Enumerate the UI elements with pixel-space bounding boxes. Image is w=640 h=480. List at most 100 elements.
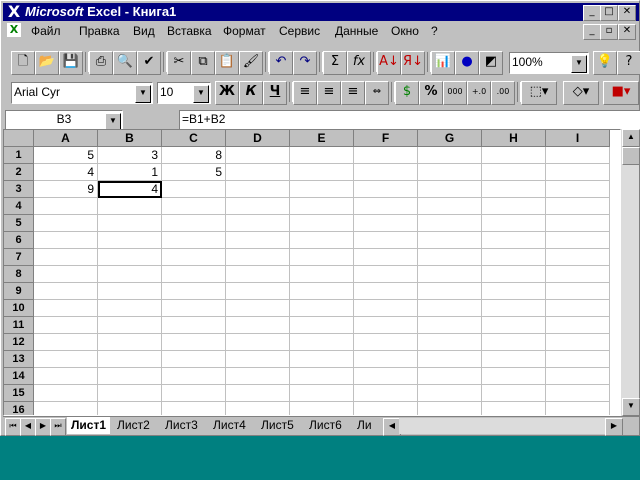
cell-D8[interactable]	[226, 266, 290, 283]
cell-B5[interactable]	[98, 215, 162, 232]
cell-I2[interactable]	[546, 164, 610, 181]
cell-C8[interactable]	[162, 266, 226, 283]
cell-F14[interactable]	[354, 368, 418, 385]
row-header[interactable]: 6	[4, 232, 34, 249]
sheet-tab[interactable]: Лист2	[113, 417, 154, 434]
cell-B15[interactable]	[98, 385, 162, 402]
cell-H10[interactable]	[482, 300, 546, 317]
first-sheet-icon[interactable]: ⏮	[5, 418, 21, 436]
column-header[interactable]: F	[354, 130, 418, 147]
cell-G15[interactable]	[418, 385, 482, 402]
cell-F12[interactable]	[354, 334, 418, 351]
cell-H14[interactable]	[482, 368, 546, 385]
cell-B16[interactable]	[98, 402, 162, 415]
cell-C9[interactable]	[162, 283, 226, 300]
cell-E5[interactable]	[290, 215, 354, 232]
cell-D6[interactable]	[226, 232, 290, 249]
percent-icon[interactable]: %	[419, 81, 443, 105]
row-header[interactable]: 15	[4, 385, 34, 402]
menu-insert[interactable]: Вставка	[167, 24, 212, 38]
cell-G7[interactable]	[418, 249, 482, 266]
cell-G16[interactable]	[418, 402, 482, 415]
row-header[interactable]: 13	[4, 351, 34, 368]
cell-G1[interactable]	[418, 147, 482, 164]
cell-A3[interactable]: 9	[34, 181, 98, 198]
row-header[interactable]: 9	[4, 283, 34, 300]
increase-decimal-icon[interactable]: +.0	[467, 81, 491, 105]
cell-I14[interactable]	[546, 368, 610, 385]
cell-D1[interactable]	[226, 147, 290, 164]
excel-logo-icon[interactable]: X	[6, 4, 22, 20]
menu-window[interactable]: Окно	[391, 24, 419, 38]
autosum-icon[interactable]: Σ	[323, 51, 347, 75]
scroll-right-icon[interactable]: ▶	[605, 418, 623, 436]
cell-F6[interactable]	[354, 232, 418, 249]
font-select[interactable]: Arial Cyr ▼	[11, 82, 153, 104]
cell-A14[interactable]	[34, 368, 98, 385]
cell-I12[interactable]	[546, 334, 610, 351]
cell-B14[interactable]	[98, 368, 162, 385]
cell-H7[interactable]	[482, 249, 546, 266]
menu-help[interactable]: ?	[431, 24, 438, 38]
cell-A4[interactable]	[34, 198, 98, 215]
cell-B3[interactable]: 4	[98, 181, 162, 198]
cell-A5[interactable]	[34, 215, 98, 232]
menu-data[interactable]: Данные	[335, 24, 378, 38]
row-header[interactable]: 5	[4, 215, 34, 232]
cell-C13[interactable]	[162, 351, 226, 368]
cell-I1[interactable]	[546, 147, 610, 164]
cell-D10[interactable]	[226, 300, 290, 317]
align-center-icon[interactable]: ≡	[317, 81, 341, 105]
cell-F3[interactable]	[354, 181, 418, 198]
scroll-up-icon[interactable]: ▲	[622, 129, 640, 147]
save-icon[interactable]: 💾	[59, 51, 83, 75]
cell-G11[interactable]	[418, 317, 482, 334]
print-preview-icon[interactable]: 🔍	[113, 51, 137, 75]
cell-F8[interactable]	[354, 266, 418, 283]
cell-B11[interactable]	[98, 317, 162, 334]
cell-C5[interactable]	[162, 215, 226, 232]
sheet-tab[interactable]: Лист6	[305, 417, 346, 434]
cell-E12[interactable]	[290, 334, 354, 351]
decrease-decimal-icon[interactable]: .00	[491, 81, 515, 105]
cell-D11[interactable]	[226, 317, 290, 334]
column-header[interactable]: B	[98, 130, 162, 147]
cell-D2[interactable]	[226, 164, 290, 181]
cell-E15[interactable]	[290, 385, 354, 402]
currency-icon[interactable]: $	[395, 81, 419, 105]
cell-D4[interactable]	[226, 198, 290, 215]
borders-icon[interactable]: ⬚▾	[521, 81, 557, 105]
row-header[interactable]: 8	[4, 266, 34, 283]
cell-B2[interactable]: 1	[98, 164, 162, 181]
cell-D12[interactable]	[226, 334, 290, 351]
italic-button[interactable]: К	[239, 81, 263, 105]
cell-E16[interactable]	[290, 402, 354, 415]
merge-center-icon[interactable]: ⇔	[365, 81, 389, 105]
cell-A6[interactable]	[34, 232, 98, 249]
cell-B10[interactable]	[98, 300, 162, 317]
doc-close-icon[interactable]: ✕	[618, 24, 636, 40]
cell-E11[interactable]	[290, 317, 354, 334]
row-header[interactable]: 2	[4, 164, 34, 181]
cell-E6[interactable]	[290, 232, 354, 249]
format-painter-icon[interactable]: 🖌	[239, 51, 263, 75]
paste-icon[interactable]: 📋	[215, 51, 239, 75]
cell-G4[interactable]	[418, 198, 482, 215]
vertical-scrollbar[interactable]: ▲ ▼	[621, 129, 640, 416]
maximize-icon[interactable]: □	[600, 5, 618, 21]
cell-I11[interactable]	[546, 317, 610, 334]
cell-F2[interactable]	[354, 164, 418, 181]
column-header[interactable]: I	[546, 130, 610, 147]
new-icon[interactable]: 🗋	[11, 51, 35, 75]
cell-C11[interactable]	[162, 317, 226, 334]
scroll-down-icon[interactable]: ▼	[622, 398, 640, 416]
cell-E8[interactable]	[290, 266, 354, 283]
column-header[interactable]: G	[418, 130, 482, 147]
cell-F9[interactable]	[354, 283, 418, 300]
cell-D9[interactable]	[226, 283, 290, 300]
cell-A9[interactable]	[34, 283, 98, 300]
document-icon[interactable]: X	[7, 23, 21, 37]
cell-F16[interactable]	[354, 402, 418, 415]
cell-A16[interactable]	[34, 402, 98, 415]
cell-A10[interactable]	[34, 300, 98, 317]
